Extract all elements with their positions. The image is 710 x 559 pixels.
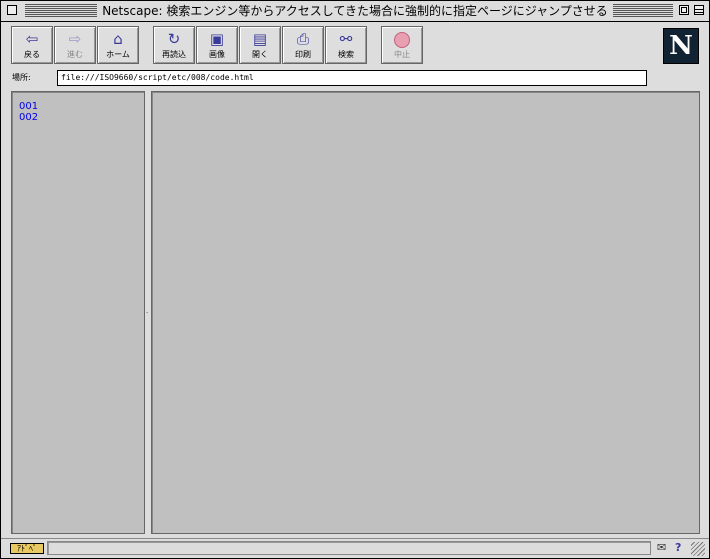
security-icon[interactable]: ｱﾄﾞﾍﾟ: [10, 543, 44, 554]
binoculars-icon: ⚯: [339, 30, 353, 48]
search-button-label: 検索: [338, 50, 354, 59]
search-button[interactable]: ⚯ 検索: [325, 26, 367, 64]
netscape-logo[interactable]: N: [663, 28, 699, 64]
home-icon: ⌂: [113, 30, 123, 48]
navigation-toolbar: ⇦ 戻る ⇨ 進む ⌂ ホーム ↻ 再読込 ▣ 画像 ▤ 開く ⎙ 印刷 ⚯ 検…: [1, 22, 709, 68]
status-bar: ｱﾄﾞﾍﾟ ✉ ?: [1, 538, 709, 559]
home-button[interactable]: ⌂ ホーム: [97, 26, 139, 64]
forward-button-label: 進む: [67, 50, 83, 59]
images-button[interactable]: ▣ 画像: [196, 26, 238, 64]
forward-arrow-icon: ⇨: [68, 30, 82, 48]
home-button-label: ホーム: [106, 50, 130, 59]
stop-button[interactable]: 中止: [381, 26, 423, 64]
reload-button-label: 再読込: [162, 50, 186, 59]
back-arrow-icon: ⇦: [25, 30, 39, 48]
link-001[interactable]: 001: [19, 101, 144, 112]
stop-icon: [382, 29, 422, 49]
open-icon: ▤: [252, 30, 268, 48]
link-002[interactable]: 002: [19, 112, 144, 123]
link-list: 001 002: [12, 92, 144, 123]
reload-icon: ↻: [167, 30, 181, 48]
reload-button[interactable]: ↻ 再読込: [153, 26, 195, 64]
images-icon: ▣: [209, 30, 225, 48]
open-button-label: 開く: [252, 50, 268, 59]
left-frame[interactable]: 001 002: [11, 91, 145, 534]
stop-button-label: 中止: [394, 50, 410, 59]
right-frame[interactable]: [151, 91, 700, 534]
location-bar: 場所: file:///ISO9660/script/etc/008/code.…: [1, 69, 709, 89]
print-button-label: 印刷: [295, 50, 311, 59]
title-stripes-left: [25, 4, 97, 17]
zoom-box[interactable]: [679, 5, 689, 15]
browser-window: Netscape: 検索エンジン等からアクセスしてきた場合に強制的に指定ページに…: [0, 0, 710, 559]
title-stripes-right: [613, 4, 673, 17]
collapse-box[interactable]: [694, 5, 704, 15]
help-icon[interactable]: ?: [675, 541, 685, 554]
images-button-label: 画像: [209, 50, 225, 59]
forward-button[interactable]: ⇨ 進む: [54, 26, 96, 64]
status-message-field: [47, 541, 651, 555]
window-title: Netscape: 検索エンジン等からアクセスしてきた場合に強制的に指定ページに…: [102, 4, 608, 18]
back-button-label: 戻る: [24, 50, 40, 59]
mail-icon[interactable]: ✉: [657, 542, 671, 553]
frame-splitter-handle[interactable]: ·: [146, 309, 149, 317]
open-button[interactable]: ▤ 開く: [239, 26, 281, 64]
print-button[interactable]: ⎙ 印刷: [282, 26, 324, 64]
title-bar[interactable]: Netscape: 検索エンジン等からアクセスしてきた場合に強制的に指定ページに…: [1, 1, 709, 22]
location-input[interactable]: file:///ISO9660/script/etc/008/code.html: [57, 70, 647, 86]
back-button[interactable]: ⇦ 戻る: [11, 26, 53, 64]
location-label: 場所:: [12, 73, 31, 82]
netscape-logo-letter: N: [669, 31, 693, 61]
print-icon: ⎙: [296, 30, 309, 48]
close-box[interactable]: [7, 5, 17, 15]
resize-grip-icon[interactable]: [691, 542, 705, 556]
